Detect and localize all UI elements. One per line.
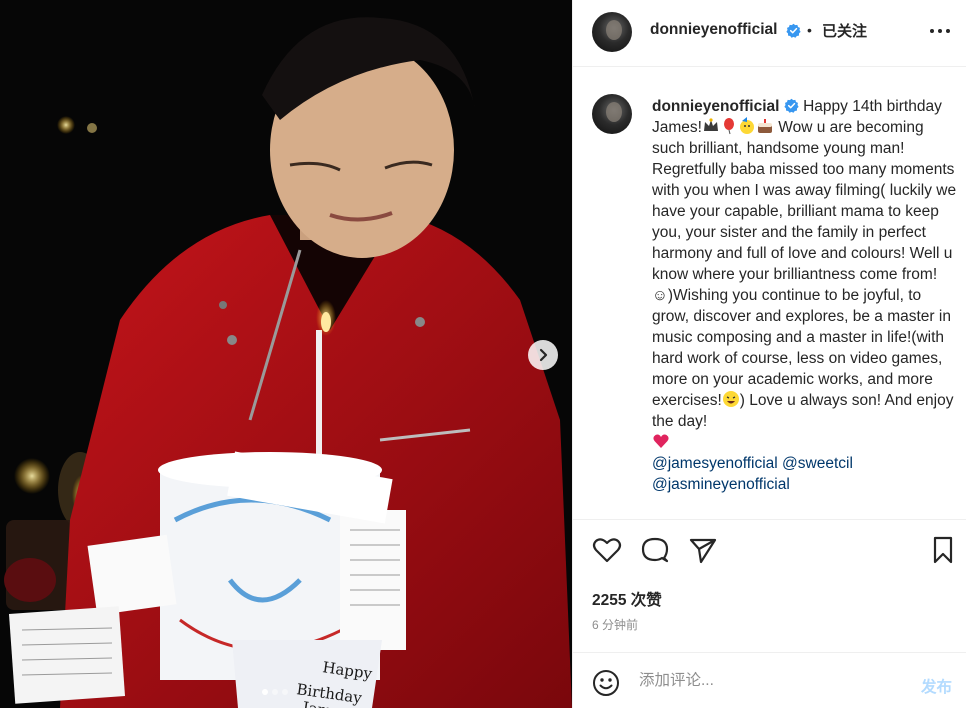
balloon-emoji-icon <box>723 118 734 135</box>
header-separator: • <box>807 22 812 38</box>
share-icon[interactable] <box>687 534 719 566</box>
header-username[interactable]: donnieyenofficial <box>650 21 777 39</box>
post-side-panel: donnieyenofficial • 已关注 donnieyenofficia… <box>572 0 966 708</box>
post-timestamp[interactable]: 6 分钟前 <box>592 616 638 633</box>
crown-emoji-icon <box>703 118 718 131</box>
heart-icon[interactable] <box>591 534 623 566</box>
photo-scene: Happy Birthday Jame <box>0 0 572 708</box>
more-options-icon[interactable] <box>929 24 951 38</box>
caption-body-2: )Wishing you continue to be joyful, to g… <box>652 287 951 409</box>
verified-badge-icon <box>784 98 799 113</box>
caption-body: Wow u are becoming such brilliant, hands… <box>652 119 957 283</box>
comment-icon[interactable] <box>639 534 671 566</box>
caption-username[interactable]: donnieyenofficial <box>652 98 779 115</box>
follow-state-button[interactable]: 已关注 <box>822 20 867 41</box>
caption-smile: ☺ <box>652 287 668 304</box>
mention-link[interactable]: @sweetcil <box>782 455 853 472</box>
likes-count[interactable]: 2255 次赞 <box>592 588 662 610</box>
carousel-next-button[interactable] <box>528 340 558 370</box>
mention-link[interactable]: @jasmineyenofficial <box>652 476 790 493</box>
post-photo[interactable]: Happy Birthday Jame <box>0 0 572 708</box>
party-face-emoji-icon <box>739 117 754 134</box>
action-bar <box>573 534 966 574</box>
post-comment-button[interactable]: 发布 <box>921 675 952 697</box>
post-header: donnieyenofficial • 已关注 <box>573 0 966 67</box>
carousel-dot <box>272 689 278 695</box>
comment-bar: 发布 <box>573 652 966 708</box>
caption-area: donnieyenofficial Happy 14th birthday Ja… <box>573 68 966 520</box>
chevron-right-icon <box>539 348 548 362</box>
caption-avatar[interactable] <box>592 94 632 134</box>
red-heart-emoji-icon <box>653 434 669 448</box>
carousel-dot <box>282 689 288 695</box>
comment-input[interactable] <box>639 667 899 695</box>
carousel-indicator <box>262 689 288 695</box>
verified-badge-icon <box>786 23 801 38</box>
bookmark-icon[interactable] <box>927 534 959 566</box>
carousel-dot <box>262 689 268 695</box>
laughing-emoji-icon <box>722 391 739 407</box>
cake-emoji-icon <box>757 119 772 133</box>
emoji-icon[interactable] <box>592 669 620 697</box>
avatar[interactable] <box>592 12 632 52</box>
mention-link[interactable]: @jamesyenofficial <box>652 455 778 472</box>
caption-text: donnieyenofficial Happy 14th birthday Ja… <box>652 96 958 495</box>
